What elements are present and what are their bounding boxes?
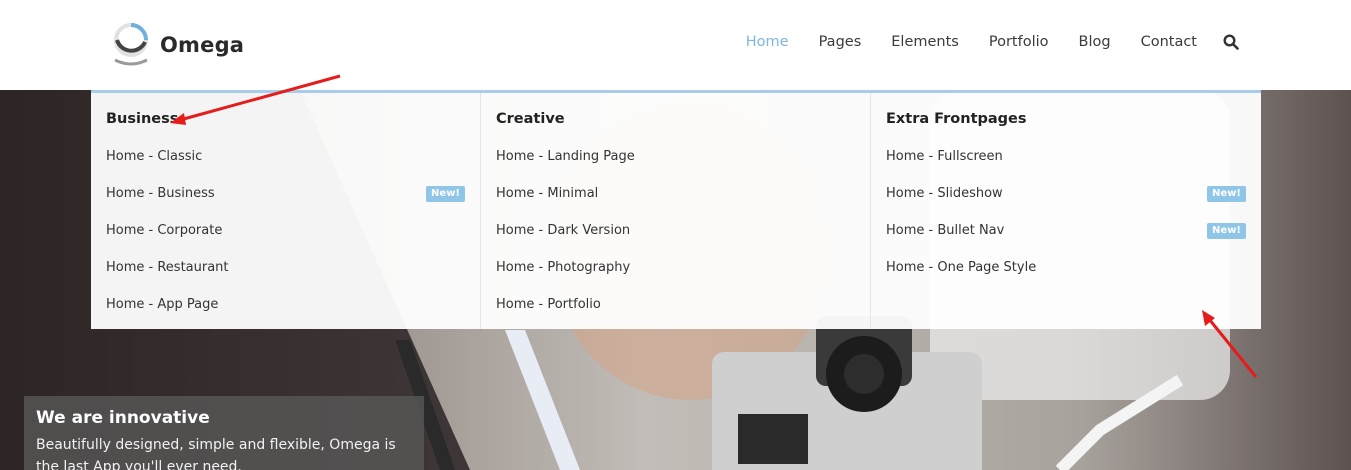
menu-link-label: Home - Photography xyxy=(496,260,631,275)
nav-contact[interactable]: Contact xyxy=(1141,34,1197,50)
menu-link-label: Home - Minimal xyxy=(496,186,599,201)
logo[interactable]: Omega xyxy=(112,22,244,68)
omega-logo-icon xyxy=(112,22,150,68)
menu-link-label: Home - One Page Style xyxy=(886,260,1037,275)
menu-link-home-landing-page[interactable]: Home - Landing Page xyxy=(496,138,855,175)
menu-link-label: Home - Restaurant xyxy=(106,260,229,275)
hero-heading: We are innovative xyxy=(36,408,210,428)
mega-column-creative: Creative Home - Landing Page Home - Mini… xyxy=(481,93,871,329)
menu-link-home-restaurant[interactable]: Home - Restaurant xyxy=(106,249,465,286)
menu-link-home-portfolio[interactable]: Home - Portfolio xyxy=(496,286,855,323)
site-header: Omega Home Pages Elements Portfolio Blog… xyxy=(0,0,1351,90)
mega-column-title: Extra Frontpages xyxy=(886,111,1027,127)
new-badge: New! xyxy=(1207,186,1246,202)
new-badge: New! xyxy=(1207,223,1246,239)
nav-blog[interactable]: Blog xyxy=(1079,34,1111,50)
menu-link-label: Home - Business xyxy=(106,186,215,201)
menu-link-label: Home - Bullet Nav xyxy=(886,223,1005,238)
nav-pages[interactable]: Pages xyxy=(819,34,862,50)
menu-link-home-minimal[interactable]: Home - Minimal xyxy=(496,175,855,212)
menu-link-home-classic[interactable]: Home - Classic xyxy=(106,138,465,175)
brand-name: Omega xyxy=(160,33,245,57)
hero-caption: We are innovative Beautifully designed, … xyxy=(24,396,424,470)
hero-text: Beautifully designed, simple and flexibl… xyxy=(36,437,396,470)
menu-link-label: Home - Portfolio xyxy=(496,297,601,312)
nav-portfolio[interactable]: Portfolio xyxy=(989,34,1049,50)
nav-elements[interactable]: Elements xyxy=(891,34,959,50)
menu-link-home-business[interactable]: Home - Business New! xyxy=(106,175,465,212)
menu-link-label: Home - App Page xyxy=(106,297,219,312)
menu-link-home-app-page[interactable]: Home - App Page xyxy=(106,286,465,323)
menu-link-label: Home - Corporate xyxy=(106,223,223,238)
main-nav: Home Pages Elements Portfolio Blog Conta… xyxy=(716,34,1239,50)
mega-column-business: Business Home - Classic Home - Business N… xyxy=(91,93,481,329)
menu-link-label: Home - Landing Page xyxy=(496,149,635,164)
menu-link-label: Home - Slideshow xyxy=(886,186,1003,201)
menu-link-label: Home - Fullscreen xyxy=(886,149,1003,164)
menu-link-home-one-page-style[interactable]: Home - One Page Style xyxy=(886,249,1246,286)
menu-link-home-photography[interactable]: Home - Photography xyxy=(496,249,855,286)
mega-column-extra-frontpages: Extra Frontpages Home - Fullscreen Home … xyxy=(871,93,1261,329)
menu-link-home-fullscreen[interactable]: Home - Fullscreen xyxy=(886,138,1246,175)
mega-column-title: Creative xyxy=(496,111,565,127)
menu-link-home-bullet-nav[interactable]: Home - Bullet Nav New! xyxy=(886,212,1246,249)
menu-link-home-corporate[interactable]: Home - Corporate xyxy=(106,212,465,249)
new-badge: New! xyxy=(426,186,465,202)
menu-link-home-slideshow[interactable]: Home - Slideshow New! xyxy=(886,175,1246,212)
menu-link-home-dark-version[interactable]: Home - Dark Version xyxy=(496,212,855,249)
search-icon[interactable] xyxy=(1223,34,1239,50)
menu-link-label: Home - Classic xyxy=(106,149,203,164)
nav-home[interactable]: Home xyxy=(746,34,789,50)
menu-link-label: Home - Dark Version xyxy=(496,223,631,238)
mega-menu-dropdown: Business Home - Classic Home - Business N… xyxy=(91,90,1261,329)
mega-column-title: Business xyxy=(106,111,179,127)
